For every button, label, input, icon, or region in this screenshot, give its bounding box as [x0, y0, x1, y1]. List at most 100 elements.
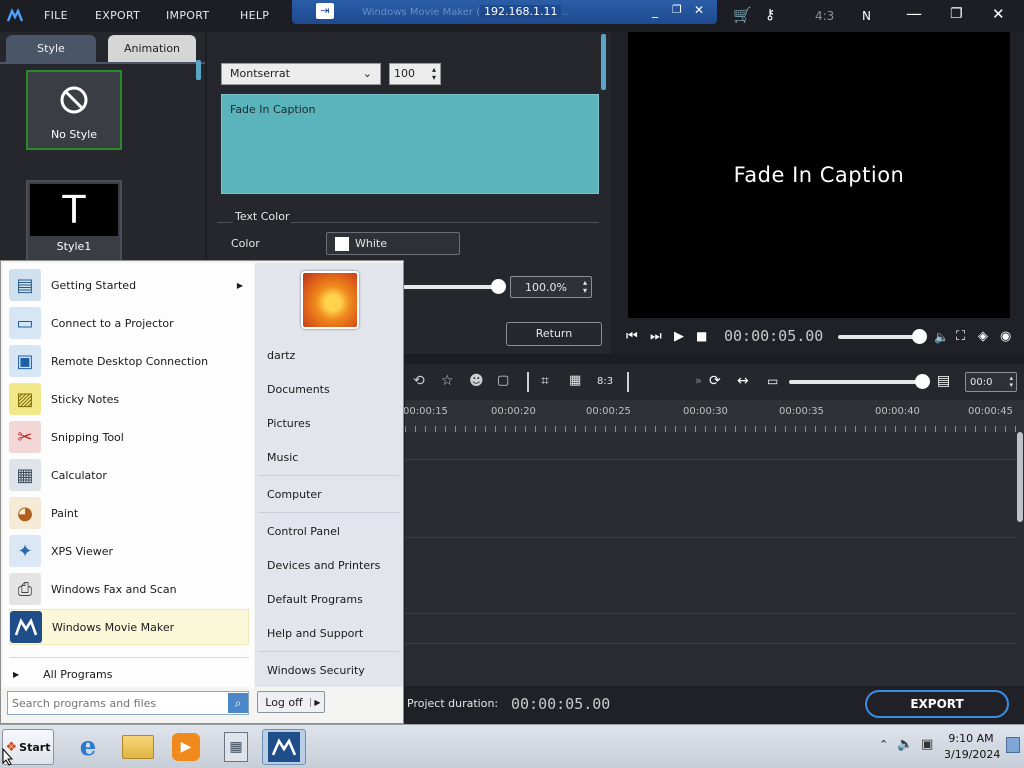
menu-help[interactable]: HELP [240, 9, 269, 22]
program-paint[interactable]: ◕ Paint [9, 495, 249, 531]
film-strip-icon[interactable]: ▤ [937, 374, 950, 388]
taskbar-internet-explorer[interactable]: e [66, 729, 110, 765]
play-icon[interactable]: ▶ [674, 330, 684, 343]
taskbar-movie-maker[interactable] [262, 729, 306, 765]
menu-export[interactable]: EXPORT [95, 9, 140, 22]
n-badge[interactable]: N [862, 9, 871, 23]
font-size-stepper[interactable]: 100 ▴ ▾ [389, 63, 441, 85]
program-calculator[interactable]: ▦ Calculator [9, 457, 249, 493]
clock-date[interactable]: 3/19/2024 [944, 748, 1000, 761]
aspect-ratio[interactable]: 4:3 [815, 9, 834, 23]
style-tile-style1[interactable]: T Style1 [26, 180, 122, 262]
zoom-field[interactable]: 00:0 ▴ ▾ [965, 372, 1017, 392]
refresh-icon[interactable]: ⟳ [709, 374, 721, 388]
previous-frame-icon[interactable]: ⏮ [626, 330, 638, 343]
program-getting-started[interactable]: ▤ Getting Started ▶ [9, 267, 249, 303]
rotate-icon[interactable]: ⟲ [413, 374, 425, 388]
effects-icon[interactable]: ☆ [441, 374, 454, 388]
taskbar-media-player[interactable]: ▶ [164, 729, 208, 765]
editor-scrollbar[interactable] [601, 34, 606, 90]
stepper-arrows-icon[interactable]: ▴ ▾ [583, 279, 587, 295]
preview-screen[interactable]: Fade In Caption [628, 32, 1010, 318]
opacity-stepper[interactable]: 100.0% ▴ ▾ [510, 276, 592, 298]
fit-width-icon[interactable]: ↔ [737, 374, 749, 388]
place-default-programs[interactable]: Default Programs [267, 593, 363, 606]
font-select[interactable]: Montserrat ⌄ [221, 63, 381, 85]
volume-track[interactable] [838, 335, 918, 339]
place-pictures[interactable]: Pictures [267, 417, 311, 430]
network-icon[interactable]: ▣ [921, 737, 933, 752]
mosaic-icon[interactable]: ▦ [569, 374, 581, 387]
chevron-right-icon[interactable]: ▶ [310, 697, 324, 707]
close-remote-icon[interactable]: ✕ [694, 4, 704, 16]
speaker-icon[interactable]: 🔈 [934, 331, 949, 343]
place-music[interactable]: Music [267, 451, 298, 464]
close-icon[interactable]: ✕ [992, 7, 1005, 22]
crop-icon[interactable]: ⌗ [541, 374, 549, 388]
place-help-support[interactable]: Help and Support [267, 627, 363, 640]
place-user[interactable]: dartz [267, 349, 295, 362]
program-remote-desktop[interactable]: ▣ Remote Desktop Connection [9, 343, 249, 379]
search-box[interactable]: ⌕ [7, 691, 249, 715]
snapshot-icon[interactable]: ◉ [1000, 330, 1011, 343]
place-devices-printers[interactable]: Devices and Printers [267, 559, 380, 572]
opacity-slider-track[interactable] [403, 285, 499, 289]
color-picker[interactable]: White [326, 232, 460, 255]
taskbar-explorer[interactable] [116, 729, 160, 765]
zoom-thumb[interactable] [915, 374, 930, 389]
key-icon[interactable]: ⚷ [765, 8, 775, 22]
export-button[interactable]: EXPORT [865, 690, 1009, 718]
next-frame-icon[interactable]: ⏭ [650, 330, 662, 343]
tab-style[interactable]: Style [6, 35, 96, 63]
stepper-arrows-icon[interactable]: ▴ ▾ [432, 66, 436, 82]
show-hidden-icons-icon[interactable]: ⌃ [879, 738, 888, 751]
menu-import[interactable]: IMPORT [166, 9, 209, 22]
restore-remote-icon[interactable]: ❐ [672, 4, 682, 15]
double-chevron-icon[interactable]: » [695, 374, 702, 387]
zoom-out-icon[interactable]: ▭ [767, 375, 778, 387]
search-icon[interactable]: ⌕ [228, 693, 248, 713]
return-button[interactable]: Return [506, 322, 602, 346]
minimize-remote-icon[interactable]: _ [652, 5, 658, 17]
pin-icon[interactable]: ⇥ [316, 3, 334, 19]
menu-file[interactable]: FILE [44, 9, 68, 22]
log-off-button[interactable]: Log off ▶ [257, 691, 325, 713]
all-programs[interactable]: ▶ All Programs [13, 665, 249, 683]
user-avatar[interactable] [301, 271, 359, 329]
taskbar-calculator[interactable]: ▦ [214, 729, 258, 765]
style-tile-none[interactable]: No Style [26, 70, 122, 150]
pan-zoom-icon[interactable]: ▢ [497, 374, 509, 387]
program-xps-viewer[interactable]: ✦ XPS Viewer [9, 533, 249, 569]
tab-animation[interactable]: Animation [108, 35, 196, 63]
stop-icon[interactable]: ■ [696, 330, 707, 342]
ratio-label[interactable]: 8:3 [597, 376, 613, 387]
fullscreen-icon[interactable]: ⛶ [956, 330, 965, 343]
timeline-track[interactable] [405, 460, 1017, 538]
clock-time[interactable]: 9:10 AM [947, 732, 995, 745]
minimize-icon[interactable]: — [906, 6, 922, 22]
timeline-track[interactable] [405, 614, 1017, 644]
show-desktop-button[interactable] [1006, 737, 1020, 753]
zoom-track[interactable] [789, 380, 923, 384]
cart-icon[interactable]: 🛒 [733, 8, 752, 23]
volume-thumb[interactable] [912, 329, 927, 344]
timeline-scrollbar[interactable] [1017, 432, 1023, 522]
person-icon[interactable]: ☻ [469, 374, 484, 388]
speaker-icon[interactable]: 🔈 [897, 737, 913, 752]
program-sticky-notes[interactable]: ▨ Sticky Notes [9, 381, 249, 417]
maximize-icon[interactable]: ❐ [950, 7, 963, 21]
place-computer[interactable]: Computer [267, 488, 322, 501]
place-control-panel[interactable]: Control Panel [267, 525, 340, 538]
place-windows-security[interactable]: Windows Security [267, 664, 365, 677]
stepper-arrows-icon[interactable]: ▴ ▾ [1009, 375, 1013, 389]
program-snipping-tool[interactable]: ✂ Snipping Tool [9, 419, 249, 455]
timeline-track[interactable] [405, 432, 1017, 460]
program-movie-maker[interactable]: Windows Movie Maker [9, 609, 249, 645]
style-panel-scrollbar[interactable] [196, 60, 201, 80]
paint-bucket-icon[interactable]: ◈ [978, 330, 988, 343]
caption-text-area[interactable]: Fade In Caption [221, 94, 599, 194]
timeline-track[interactable] [405, 538, 1017, 614]
search-input[interactable] [8, 693, 228, 713]
opacity-slider-thumb[interactable] [491, 279, 506, 294]
program-fax-scan[interactable]: ⎙ Windows Fax and Scan [9, 571, 249, 607]
